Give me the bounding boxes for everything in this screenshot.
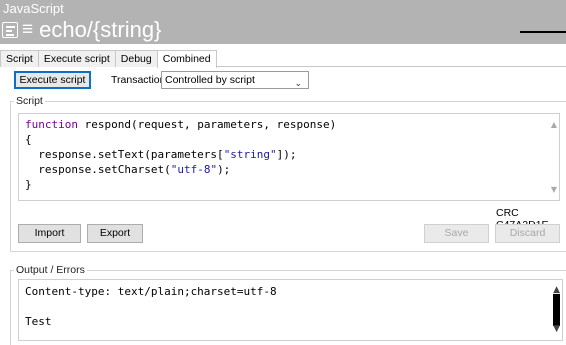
title-row: ≡ echo/{string} (2, 17, 161, 43)
editor-scrollbar[interactable]: ▲ ▼ (547, 114, 559, 200)
tab-execute-script[interactable]: Execute script (37, 50, 116, 67)
menu-icon: ≡ (22, 19, 34, 40)
scroll-up-icon[interactable]: ▲ (551, 117, 557, 132)
script-editor[interactable]: function respond(request, parameters, re… (18, 113, 560, 201)
output-group-label: Output / Errors (14, 264, 87, 276)
tab-script[interactable]: Script (0, 50, 39, 67)
code-keyword: function (25, 118, 78, 131)
tab-bar: Script Execute script Debug Combined (0, 50, 566, 68)
script-icon (2, 22, 18, 38)
output-scrollbar[interactable]: ▲ ▼ (550, 280, 562, 340)
output-line: Test (25, 315, 52, 328)
execute-script-button[interactable]: Execute script (14, 71, 91, 89)
discard-button[interactable]: Discard (495, 224, 560, 243)
code-text: response.setText(parameters[ (25, 148, 224, 161)
output-line: Content-type: text/plain;charset=utf-8 (25, 285, 277, 298)
code-text: respond(request, parameters, response) (77, 118, 337, 131)
title-underline (520, 31, 566, 33)
tab-combined[interactable]: Combined (156, 50, 217, 68)
tab-debug[interactable]: Debug (114, 50, 158, 67)
code-text: response.setCharset( (25, 163, 171, 176)
code-text: ]); (276, 148, 297, 161)
code-text: { (25, 133, 32, 146)
export-button[interactable]: Export (87, 224, 143, 243)
code-string: "string" (223, 148, 277, 161)
scroll-down-icon[interactable]: ▼ (551, 182, 557, 197)
transaction-label: Transaction (111, 74, 166, 86)
output-text[interactable]: Content-type: text/plain;charset=utf-8 T… (18, 279, 563, 341)
import-button[interactable]: Import (18, 224, 81, 243)
category-label: JavaScript (3, 1, 64, 16)
code-text: ); (217, 163, 231, 176)
title-bar: JavaScript ≡ echo/{string} (0, 0, 566, 44)
save-button[interactable]: Save (424, 224, 489, 243)
code-string: "utf-8" (170, 163, 218, 176)
scroll-down-icon[interactable]: ▼ (553, 322, 560, 337)
page-title: echo/{string} (39, 17, 162, 42)
code-text: } (25, 178, 32, 191)
transaction-value: Controlled by script (165, 74, 255, 86)
transaction-select[interactable]: Controlled by script ⌄ (161, 71, 309, 89)
script-group-label: Script (14, 95, 45, 107)
chevron-down-icon: ⌄ (294, 78, 302, 88)
